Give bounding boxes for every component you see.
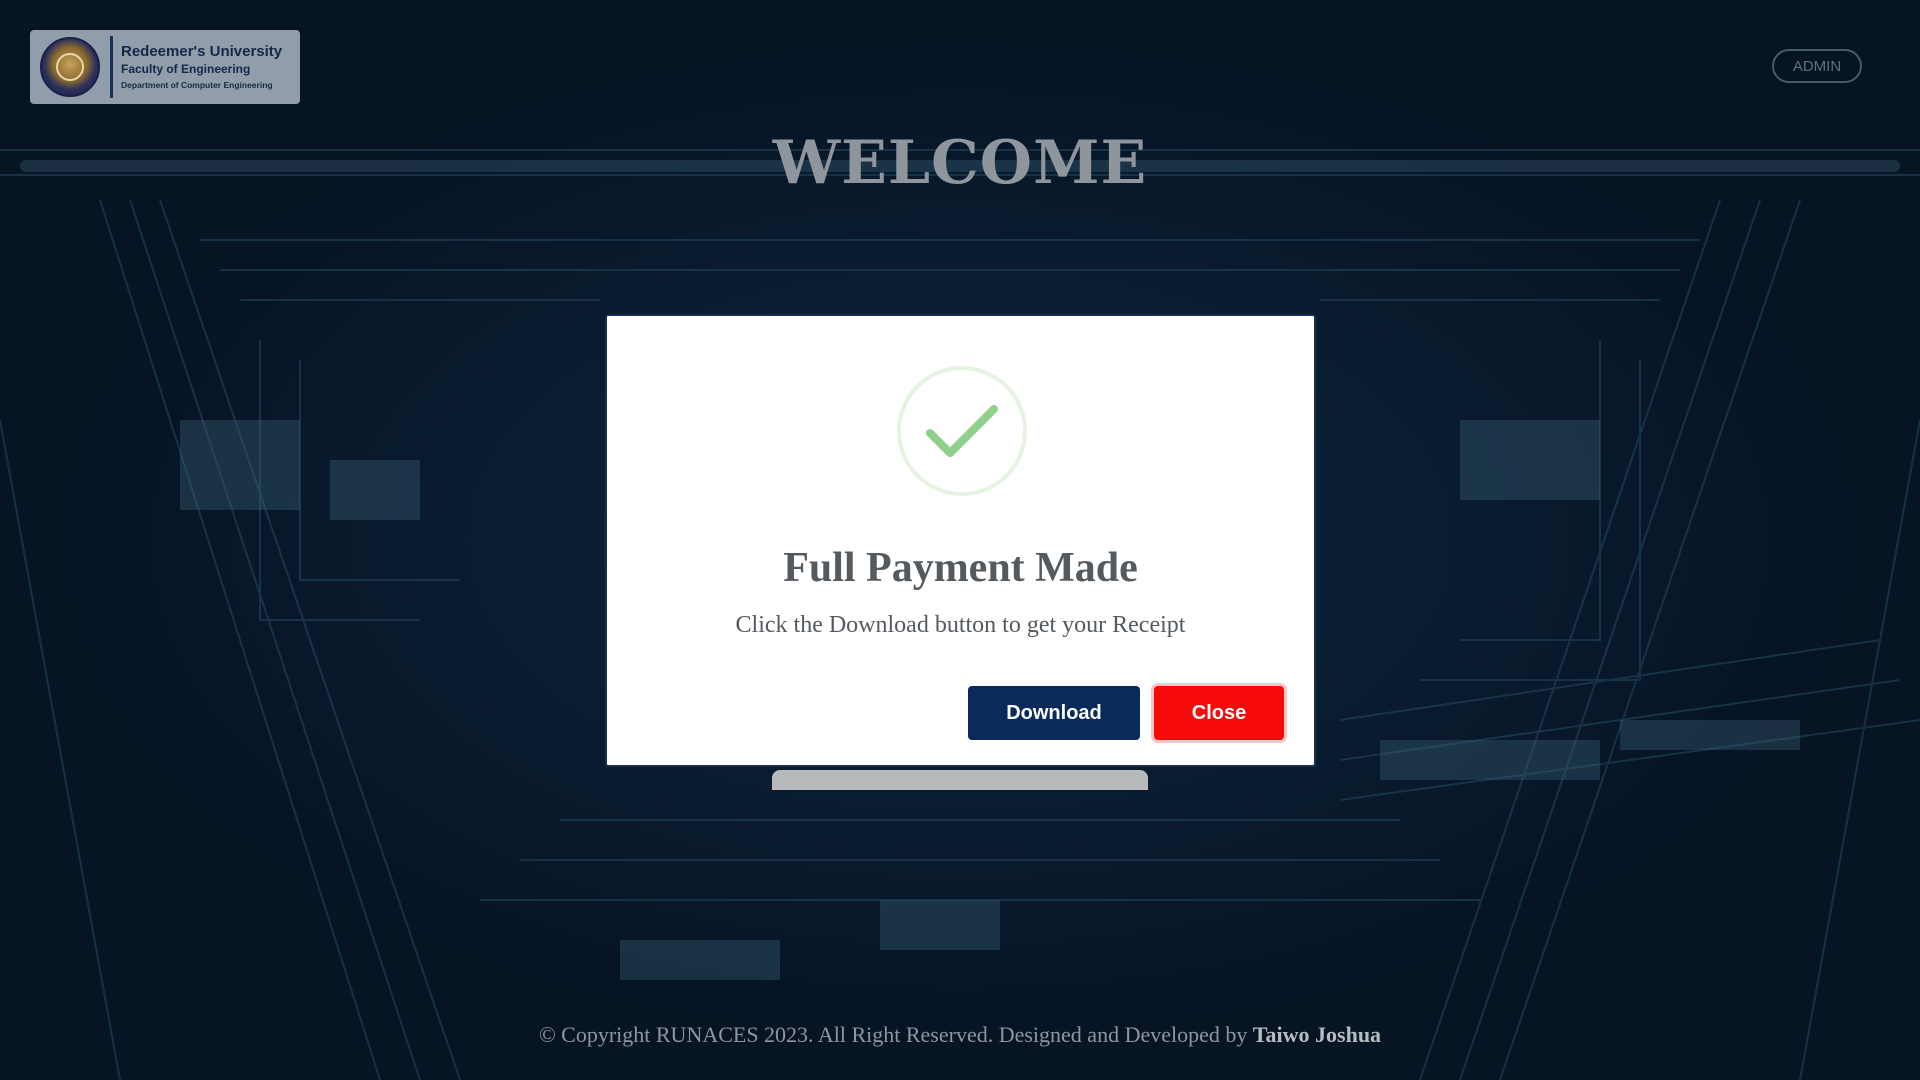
university-logo: Redeemer's University Faculty of Enginee… [30,30,300,104]
admin-button[interactable]: ADMIN [1772,49,1862,83]
logo-department-name: Department of Computer Engineering [121,80,273,91]
logo-faculty-name: Faculty of Engineering [121,62,251,77]
dialog-message: Click the Download button to get your Re… [735,612,1186,638]
logo-divider [110,36,113,98]
close-button[interactable]: Close [1154,686,1284,740]
footer: © Copyright RUNACES 2023. All Right Rese… [0,1022,1920,1048]
download-button[interactable]: Download [968,686,1140,740]
dialog-title: Full Payment Made [783,545,1138,591]
footer-author: Taiwo Joshua [1252,1022,1382,1047]
welcome-heading: WELCOME [772,128,1148,198]
check-icon [926,405,998,457]
university-seal-icon [40,37,100,97]
logo-university-name: Redeemer's University [121,43,283,61]
payment-success-dialog: Full Payment Made Click the Download but… [605,314,1316,767]
logo-text: Redeemer's University Faculty of Enginee… [121,43,282,91]
footer-copyright: © Copyright RUNACES 2023. All Right Rese… [538,1022,1248,1047]
modal-underlay [772,770,1148,790]
success-check-icon [897,366,1027,496]
